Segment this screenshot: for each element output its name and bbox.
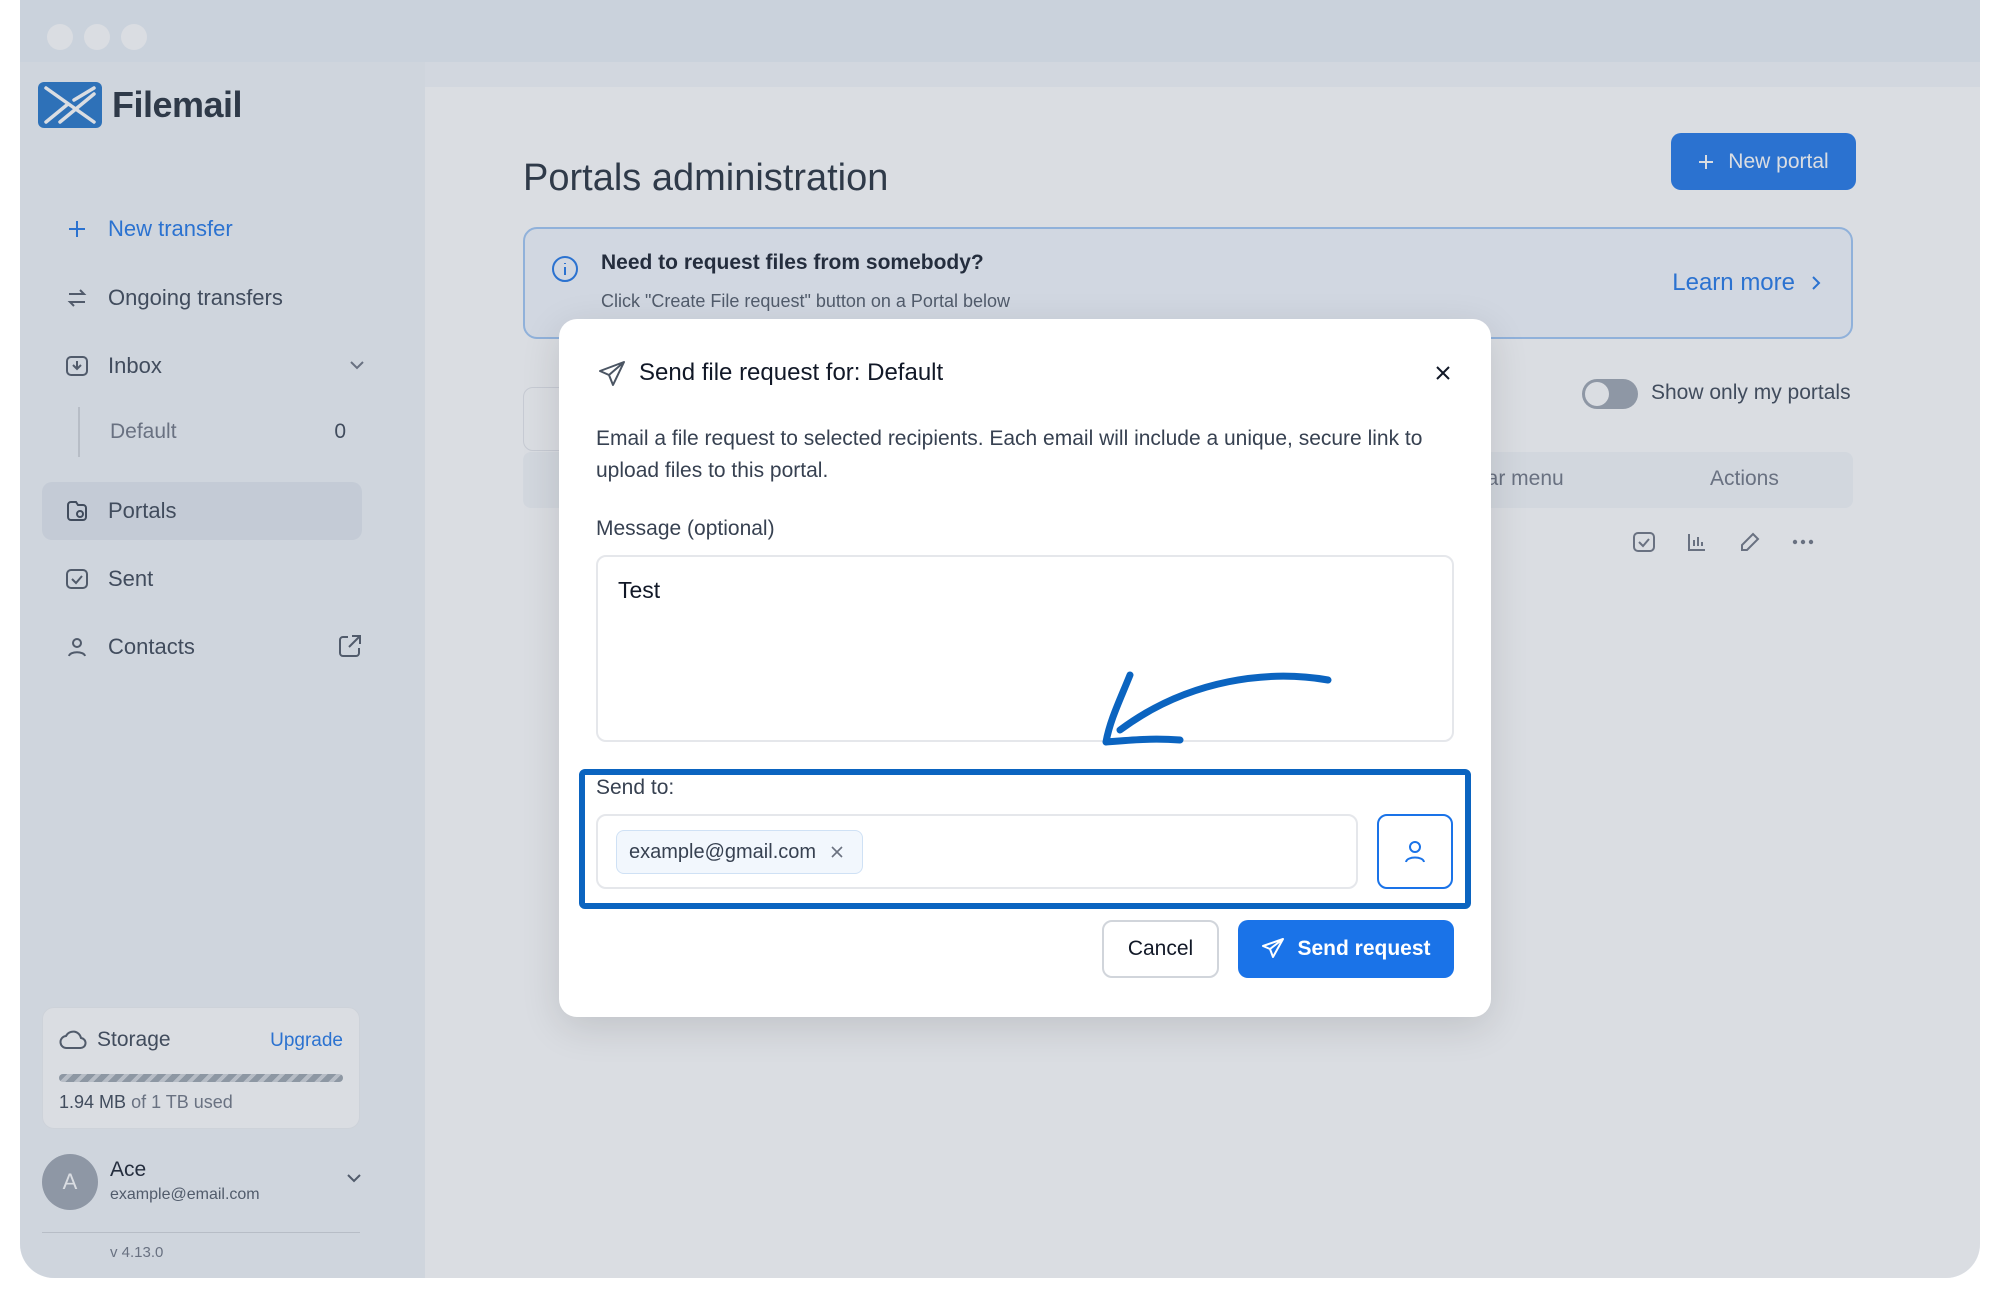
send-to-label: Send to: [596, 776, 675, 799]
pick-contact-button[interactable] [1377, 814, 1453, 889]
recipient-chip: example@gmail.com [616, 830, 864, 874]
modal-description: Email a file request to selected recipie… [596, 427, 1423, 482]
cancel-button[interactable]: Cancel [1102, 920, 1219, 978]
recipients-input[interactable]: example@gmail.com [596, 814, 1358, 889]
screenshot-frame: Filemail New transfer Ongoing transfers [0, 0, 2000, 1291]
remove-recipient-icon[interactable] [828, 843, 846, 861]
annotation-arrow-icon [1102, 671, 1332, 746]
message-label: Message (optional) [596, 517, 775, 540]
send-file-request-modal: Send file request for: Default Email a f… [559, 319, 1491, 1017]
close-icon[interactable] [1429, 359, 1457, 387]
send-icon [1261, 937, 1285, 961]
modal-title: Send file request for: Default [639, 359, 944, 386]
user-icon [1404, 840, 1426, 864]
send-request-label: Send request [1297, 937, 1431, 960]
send-icon [597, 359, 627, 394]
send-request-button[interactable]: Send request [1238, 920, 1454, 978]
browser-window: Filemail New transfer Ongoing transfers [20, 0, 1980, 1278]
recipient-email: example@gmail.com [629, 840, 817, 863]
